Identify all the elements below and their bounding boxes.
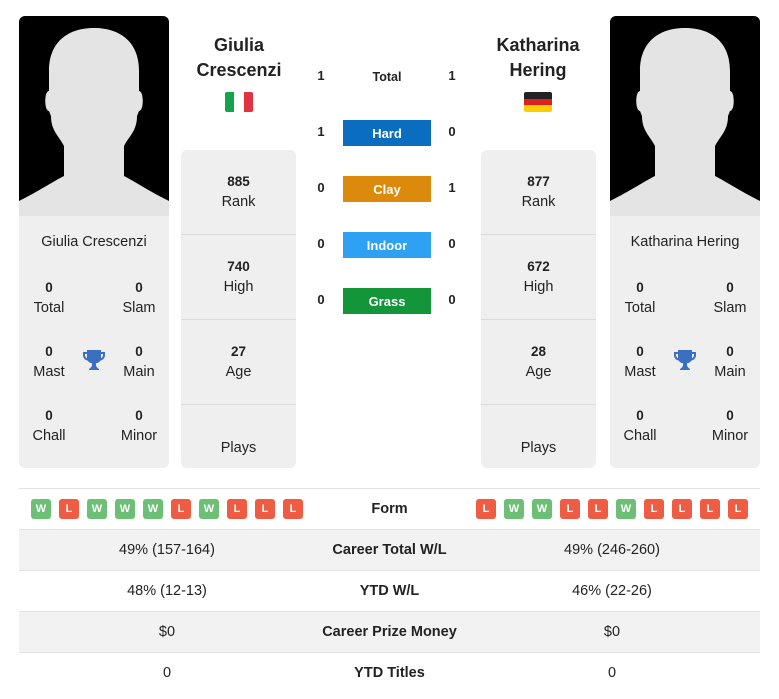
h2h-row-clay: 0 Clay 1 <box>305 176 470 202</box>
form-loss-badge[interactable]: L <box>728 499 748 519</box>
form-loss-badge[interactable]: L <box>476 499 496 519</box>
form-win-badge[interactable]: W <box>199 499 219 519</box>
titles-main: 0 Main <box>123 344 155 380</box>
titles-total: 0 Total <box>624 280 656 316</box>
titles-slam: 0 Slam <box>713 280 747 316</box>
player-right-titles-card: Katharina Hering 0 Total 0 Slam 0 Mast 0… <box>610 216 760 468</box>
player-left-photo <box>19 16 169 216</box>
surface-indoor-badge[interactable]: Indoor <box>343 232 431 258</box>
silhouette-icon <box>19 28 169 216</box>
player-right-stats-card: 877 Rank 672 High 28 Age Plays <box>481 150 596 468</box>
player-right-name[interactable]: Katharina Hering <box>610 234 760 250</box>
form-win-badge[interactable]: W <box>504 499 524 519</box>
titles-minor: 0 Minor <box>120 408 158 444</box>
form-loss-badge[interactable]: L <box>700 499 720 519</box>
table-row: 0 YTD Titles 0 <box>19 652 760 693</box>
stat-plays: Plays <box>220 439 257 456</box>
form-loss-badge[interactable]: L <box>560 499 580 519</box>
form-loss-badge[interactable]: L <box>171 499 191 519</box>
trophy-icon <box>83 350 105 370</box>
player-right-form: LWWLLWLLLL <box>464 499 760 519</box>
form-loss-badge[interactable]: L <box>255 499 275 519</box>
player-right-photo <box>610 16 760 216</box>
form-win-badge[interactable]: W <box>616 499 636 519</box>
stat-rank: 885 Rank <box>181 150 296 235</box>
titles-mast: 0 Mast <box>33 344 65 380</box>
stat-age: 28 Age <box>481 320 596 405</box>
titles-total: 0 Total <box>33 280 65 316</box>
stat-rank: 877 Rank <box>481 150 596 235</box>
titles-chall: 0 Chall <box>623 408 657 444</box>
table-row: $0 Career Prize Money $0 <box>19 611 760 652</box>
h2h-row-grass: 0 Grass 0 <box>305 288 470 314</box>
germany-flag-icon <box>524 92 552 112</box>
form-loss-badge[interactable]: L <box>588 499 608 519</box>
form-win-badge[interactable]: W <box>143 499 163 519</box>
form-win-badge[interactable]: W <box>115 499 135 519</box>
stat-plays: Plays <box>520 439 557 456</box>
italy-flag-icon <box>225 92 253 112</box>
player-left-titles-card: Giulia Crescenzi 0 Total 0 Slam 0 Mast 0… <box>19 216 169 468</box>
titles-main: 0 Main <box>714 344 746 380</box>
player-left-name[interactable]: Giulia Crescenzi <box>19 234 169 250</box>
trophy-icon <box>674 350 696 370</box>
form-loss-badge[interactable]: L <box>227 499 247 519</box>
surface-clay-badge[interactable]: Clay <box>343 176 431 202</box>
surface-hard-badge[interactable]: Hard <box>343 120 431 146</box>
form-win-badge[interactable]: W <box>87 499 107 519</box>
table-row: 49% (157-164) Career Total W/L 49% (246-… <box>19 529 760 570</box>
titles-chall: 0 Chall <box>32 408 66 444</box>
form-loss-badge[interactable]: L <box>672 499 692 519</box>
table-row: 48% (12-13) YTD W/L 46% (22-26) <box>19 570 760 611</box>
h2h-row-indoor: 0 Indoor 0 <box>305 232 470 258</box>
titles-slam: 0 Slam <box>122 280 156 316</box>
form-loss-badge[interactable]: L <box>644 499 664 519</box>
silhouette-icon <box>610 28 760 216</box>
h2h-row-hard: 1 Hard 0 <box>305 120 470 146</box>
player-left-stats-card: 885 Rank 740 High 27 Age Plays <box>181 150 296 468</box>
form-loss-badge[interactable]: L <box>59 499 79 519</box>
player-left-form: WLWWWLWLLL <box>19 499 315 519</box>
form-row: WLWWWLWLLL Form LWWLLWLLLL <box>19 488 760 529</box>
stat-high: 740 High <box>181 235 296 320</box>
h2h-row-total: 1 Total 1 <box>305 64 470 90</box>
comparison-table: WLWWWLWLLL Form LWWLLWLLLL 49% (157-164)… <box>19 488 760 693</box>
form-win-badge[interactable]: W <box>532 499 552 519</box>
surface-total-label: Total <box>372 70 402 84</box>
titles-mast: 0 Mast <box>624 344 656 380</box>
form-win-badge[interactable]: W <box>31 499 51 519</box>
stat-age: 27 Age <box>181 320 296 405</box>
titles-minor: 0 Minor <box>711 408 749 444</box>
surface-grass-badge[interactable]: Grass <box>343 288 431 314</box>
form-loss-badge[interactable]: L <box>283 499 303 519</box>
player-right-heading[interactable]: Katharina Hering <box>468 33 608 83</box>
form-label: Form <box>371 501 408 517</box>
player-left-heading[interactable]: Giulia Crescenzi <box>169 33 309 83</box>
stat-high: 672 High <box>481 235 596 320</box>
